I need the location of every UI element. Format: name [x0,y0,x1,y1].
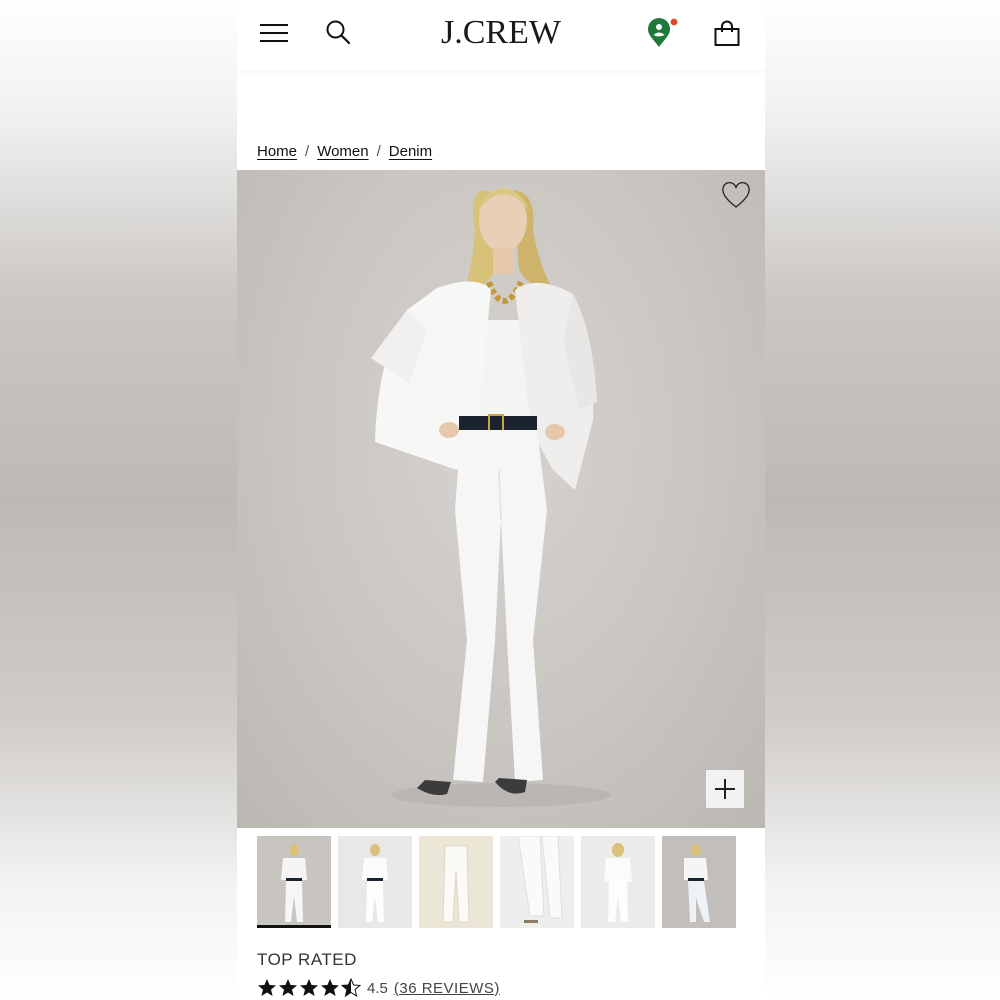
product-thumbnail[interactable] [257,836,331,928]
star-half-icon [341,978,361,998]
product-thumbnail[interactable] [662,836,736,928]
rating-summary: 4.5 (36 REVIEWS) [257,978,500,998]
location-pin-icon [648,17,679,47]
breadcrumb-home[interactable]: Home [257,143,297,160]
star-full-icon [300,979,318,996]
thumbnail-image [419,836,493,928]
rating-value: 4.5 [367,979,388,997]
zoom-button[interactable] [706,770,744,808]
store-locator-button[interactable] [645,16,685,52]
breadcrumb-denim[interactable]: Denim [389,143,432,160]
thumbnail-strip [257,836,736,928]
search-icon [326,20,351,45]
product-thumbnail[interactable] [581,836,655,928]
plus-icon [715,779,735,799]
heart-icon [722,182,750,208]
thumbnail-image [581,836,655,928]
site-header: J.CREW [237,0,765,70]
star-full-icon [321,979,339,996]
model-photo [371,188,611,807]
star-full-icon [279,979,297,996]
product-thumbnail[interactable] [419,836,493,928]
star-rating [257,978,361,998]
search-button[interactable] [323,17,353,47]
product-thumbnail[interactable] [500,836,574,928]
breadcrumb-separator: / [305,143,310,160]
product-main-image[interactable] [237,170,765,828]
menu-button[interactable] [257,18,291,48]
thumbnail-image [662,836,736,928]
reviews-link[interactable]: (36 REVIEWS) [394,980,500,997]
thumbnail-image [338,836,412,928]
shopping-bag-button[interactable] [711,18,743,50]
product-thumbnail[interactable] [338,836,412,928]
wishlist-button[interactable] [721,182,751,210]
hamburger-menu-icon [260,24,288,42]
breadcrumb-separator: / [376,143,381,160]
phone-screen: J.CREW Home / Women / Denim TOP RATED 4.… [237,0,765,1000]
star-full-icon [258,979,276,996]
breadcrumb: Home / Women / Denim [257,143,432,160]
thumbnail-image [500,836,574,928]
top-rated-badge: TOP RATED [257,950,357,969]
shopping-bag-icon [714,20,740,46]
thumbnail-image [257,836,331,928]
brand-logo[interactable]: J.CREW [387,14,615,52]
breadcrumb-women[interactable]: Women [317,143,368,160]
